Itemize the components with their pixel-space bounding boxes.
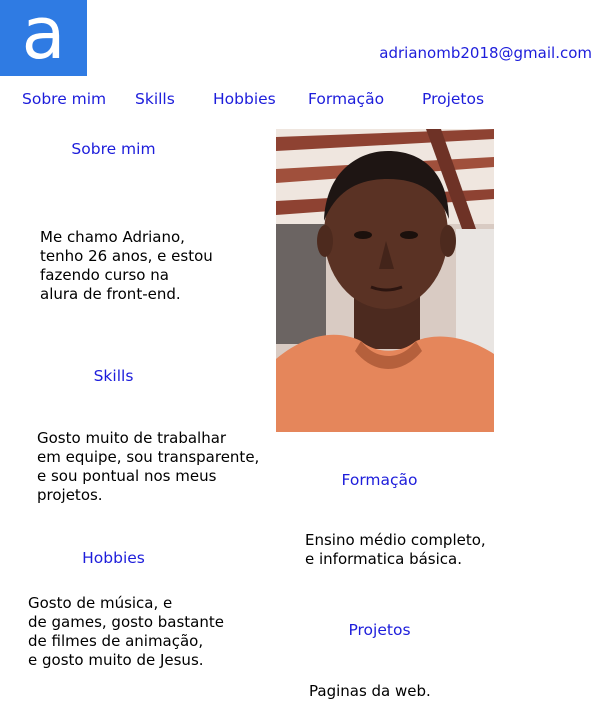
nav-link-skills[interactable]: Skills bbox=[135, 90, 175, 108]
nav-link-sobre-mim[interactable]: Sobre mim bbox=[22, 90, 106, 108]
hobbies-text: Gosto de música, e de games, gosto basta… bbox=[28, 594, 224, 669]
about-text: Me chamo Adriano, tenho 26 anos, e estou… bbox=[40, 228, 213, 303]
nav-link-projetos[interactable]: Projetos bbox=[422, 90, 484, 108]
projects-text: Paginas da web. bbox=[309, 682, 431, 700]
projects-title: Projetos bbox=[348, 621, 411, 639]
skills-title: Skills bbox=[93, 367, 134, 385]
education-title: Formação bbox=[341, 471, 418, 489]
logo: a bbox=[0, 0, 87, 76]
nav-link-hobbies[interactable]: Hobbies bbox=[213, 90, 276, 108]
nav-link-formacao[interactable]: Formação bbox=[308, 90, 384, 108]
education-text: Ensino médio completo, e informatica bás… bbox=[305, 531, 486, 568]
skills-text: Gosto muito de trabalhar em equipe, sou … bbox=[37, 429, 260, 504]
email-link[interactable]: adrianomb2018@gmail.com bbox=[340, 44, 592, 62]
logo-letter: a bbox=[21, 0, 66, 75]
about-title: Sobre mim bbox=[71, 140, 156, 158]
hobbies-title: Hobbies bbox=[82, 549, 145, 567]
profile-photo bbox=[276, 129, 494, 432]
